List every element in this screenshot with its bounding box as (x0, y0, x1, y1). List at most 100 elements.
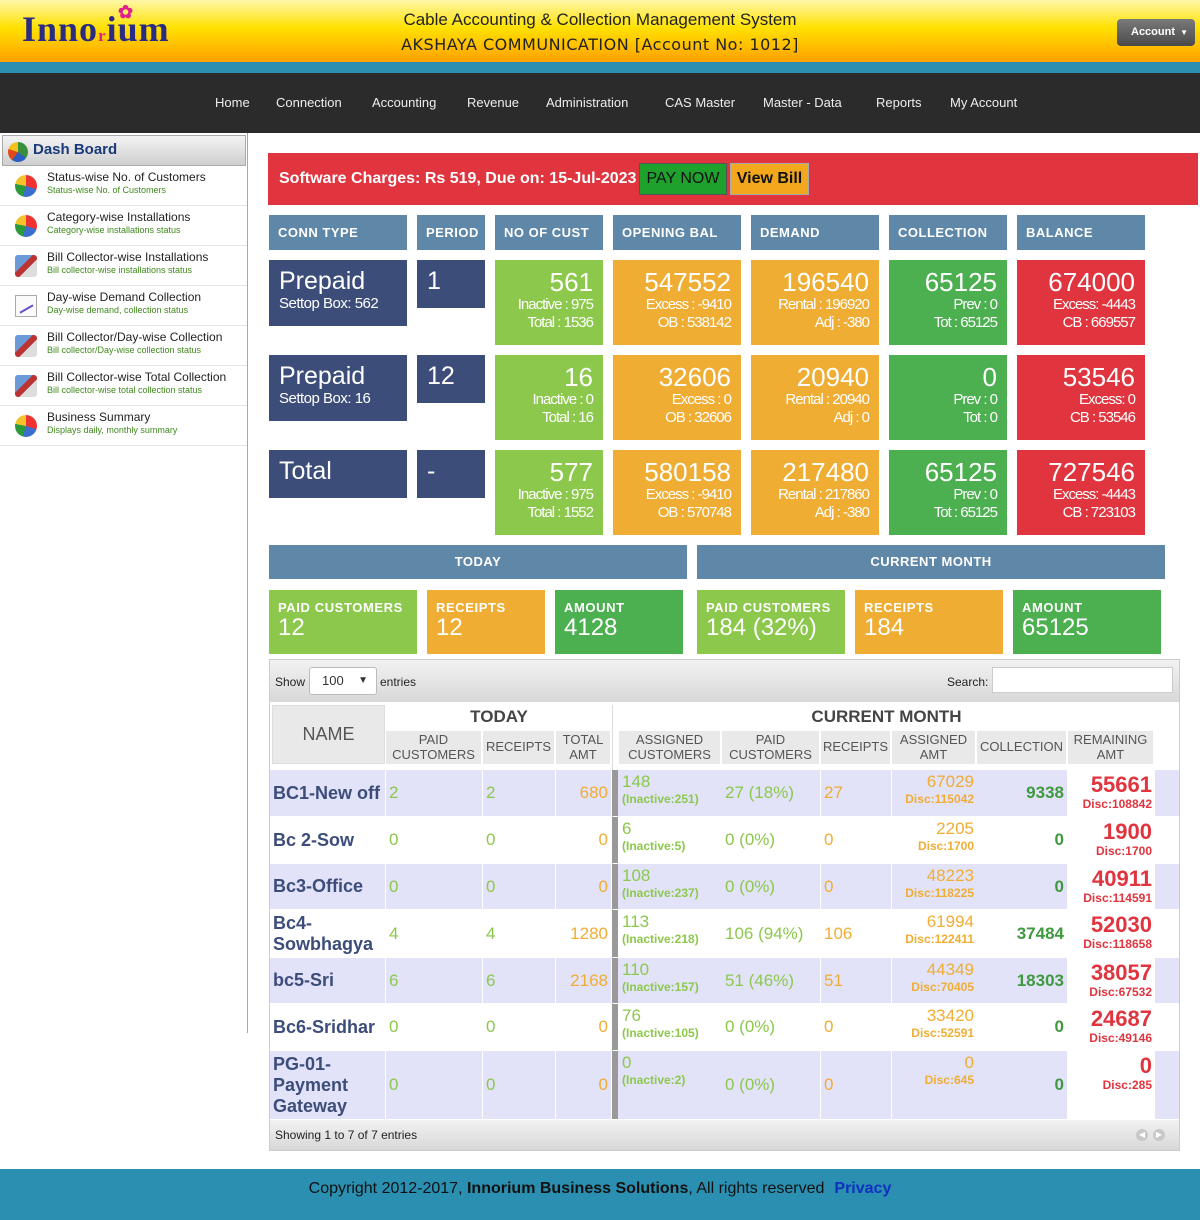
table-row[interactable]: Bc4-Sowbhagya 4 4 1280 113 (Inactive:218) 106 … (270, 910, 1179, 957)
entries-select[interactable]: 100 ▼ (309, 667, 377, 695)
account-button[interactable]: Account ▼ (1117, 19, 1195, 46)
row-separator (612, 770, 618, 816)
demand-tile: 217480 Rental : 217860 Adj : -380 (751, 450, 879, 535)
table-row[interactable]: Bc6-Sridhar 0 0 0 76 (Inactive:105) 0 (0%) 0 334… (270, 1004, 1179, 1050)
today-paid-tile: PAID CUSTOMERS 12 (269, 590, 417, 654)
today-receipts: 6 (483, 958, 556, 1003)
sidebar-item[interactable]: Bill Collector/Day-wise Collection Bill c… (0, 326, 247, 366)
summary-col-header: COLLECTION (889, 215, 1007, 250)
table-row[interactable]: bc5-Sri 6 6 2168 110 (Inactive:157) 51 (46%) 51… (270, 958, 1179, 1003)
brand-logo[interactable]: Innorium ✿ (22, 2, 170, 50)
pay-now-button[interactable]: PAY NOW (639, 163, 727, 195)
tile-sub: Adj : -380 (814, 504, 870, 521)
assigned-amt: 2205 Disc:1700 (892, 817, 977, 863)
column-header[interactable]: ASSIGNED AMT (892, 731, 975, 764)
table-row[interactable]: BC1-New off 2 2 680 148 (Inactive:251) 27 (18%… (270, 770, 1179, 816)
table-row[interactable]: PG-01-Payment Gateway 0 0 0 0 (Inactive:2) 0 (… (270, 1051, 1179, 1119)
nav-item[interactable]: Master - Data (763, 95, 842, 110)
month-paid-tile: PAID CUSTOMERS 184 (32%) (697, 590, 845, 654)
today-receipts: 4 (483, 910, 556, 957)
month-receipts: 51 (821, 958, 892, 1003)
collection-value: 0 (977, 1004, 1068, 1050)
conn-type-tile: Total (269, 450, 407, 498)
period: - (427, 457, 436, 485)
column-header[interactable]: RECEIPTS (483, 731, 554, 764)
tile-value: 16 (564, 362, 593, 392)
today-total-amt: 0 (556, 864, 612, 909)
today-receipts: 0 (483, 817, 556, 863)
assigned-disc: Disc:1700 (917, 839, 974, 853)
view-bill-button[interactable]: View Bill (730, 163, 809, 195)
nav-item[interactable]: Revenue (467, 95, 519, 110)
sidebar-item[interactable]: Business Summary Displays daily, monthly … (0, 406, 247, 446)
remaining-amt: 38057 Disc:67532 (1068, 958, 1155, 1003)
today-amount-tile: AMOUNT 4128 (555, 590, 683, 654)
month-group-header: CURRENT MONTH (619, 705, 1154, 729)
month-paid: 106 (94%) (722, 910, 821, 957)
assigned-amt-value: 0 (964, 1053, 974, 1072)
tile-sub: Tot : 65125 (933, 504, 998, 521)
column-header[interactable]: REMAINING AMT (1068, 731, 1153, 764)
column-header[interactable]: ASSIGNED CUSTOMERS (619, 731, 720, 764)
table-row[interactable]: Bc3-Office 0 0 0 108 (Inactive:237) 0 (0%) 0 482… (270, 864, 1179, 909)
sidebar-item[interactable]: Status-wise No. of Customers Status-wise … (0, 166, 247, 206)
tile-value: 577 (549, 457, 593, 487)
column-header[interactable]: PAID CUSTOMERS (386, 731, 481, 764)
user-report-icon (15, 375, 37, 397)
summary-col-header: OPENING BAL (613, 215, 741, 250)
tile-sub: Total : 16 (542, 409, 594, 426)
sidebar-item[interactable]: Category-wise Installations Category-wise… (0, 206, 247, 246)
no-of-cust-tile: 561 Inactive : 975 Total : 1536 (495, 260, 603, 345)
nav-item[interactable]: Connection (276, 95, 342, 110)
column-header[interactable]: RECEIPTS (821, 731, 890, 764)
customer-name: Bc6-Sridhar (270, 1004, 386, 1050)
remaining-amt: 55661 Disc:108842 (1068, 770, 1155, 816)
search-input[interactable] (992, 667, 1173, 693)
nav-item[interactable]: CAS Master (665, 95, 735, 110)
tile-value: 727546 (1048, 457, 1135, 487)
today-total-amt: 2168 (556, 958, 612, 1003)
month-paid: 0 (0%) (722, 1004, 821, 1050)
tile-sub: Excess: 0 (1078, 391, 1136, 408)
table-toolbar: Show 100 ▼ entries Search: (270, 660, 1179, 702)
month-receipts: 0 (821, 1051, 892, 1119)
assigned-amt-value: 48223 (926, 866, 974, 885)
collection-value: 37484 (977, 910, 1068, 957)
sidebar-title[interactable]: Dash Board (2, 135, 246, 166)
sidebar-item[interactable]: Day-wise Demand Collection Day-wise deman… (0, 286, 247, 326)
assigned-count: 148 (622, 772, 651, 791)
assigned-customers: 148 (Inactive:251) (619, 770, 722, 816)
tile-value: 196540 (782, 267, 869, 297)
tile-sub: Rental : 20940 (785, 391, 870, 408)
assigned-amt: 33420 Disc:52591 (892, 1004, 977, 1050)
sidebar-item[interactable]: Bill Collector-wise Installations Bill co… (0, 246, 247, 286)
tile-sub: OB : 570748 (657, 504, 732, 521)
nav-item[interactable]: Administration (546, 95, 628, 110)
nav-item[interactable]: Accounting (372, 95, 436, 110)
remaining-amt-value: 1900 (1103, 819, 1152, 844)
next-page-icon[interactable]: ▶ (1153, 1129, 1165, 1141)
column-header[interactable]: PAID CUSTOMERS (722, 731, 819, 764)
tile-value: 12 (436, 614, 463, 641)
assigned-customers: 76 (Inactive:105) (619, 1004, 722, 1050)
rights-text: , All rights reserved (688, 1180, 825, 1197)
no-of-cust-tile: 577 Inactive : 975 Total : 1552 (495, 450, 603, 535)
column-header[interactable]: COLLECTION (977, 731, 1066, 764)
collection-value: 0 (977, 864, 1068, 909)
assigned-amt-value: 67029 (926, 772, 974, 791)
nav-item[interactable]: My Account (950, 95, 1017, 110)
privacy-link[interactable]: Privacy (834, 1180, 891, 1197)
tile-label: RECEIPTS (436, 600, 506, 615)
nav-item[interactable]: Home (215, 95, 250, 110)
sidebar-list: Status-wise No. of Customers Status-wise … (0, 166, 247, 446)
table-row[interactable]: Bc 2-Sow 0 0 0 6 (Inactive:5) 0 (0%) 0 2205 Disc:… (270, 817, 1179, 863)
prev-page-icon[interactable]: ◀ (1136, 1129, 1148, 1141)
nav-item[interactable]: Reports (876, 95, 922, 110)
name-header: NAME (272, 705, 385, 764)
column-header[interactable]: TOTAL AMT (556, 731, 610, 764)
sidebar-item[interactable]: Bill Collector-wise Total Collection Bill… (0, 366, 247, 406)
tile-value: 65125 (924, 267, 997, 297)
customer-name: Bc3-Office (270, 864, 386, 909)
summary-col-header: PERIOD (417, 215, 485, 250)
remaining-disc: Disc:1700 (1095, 844, 1152, 858)
